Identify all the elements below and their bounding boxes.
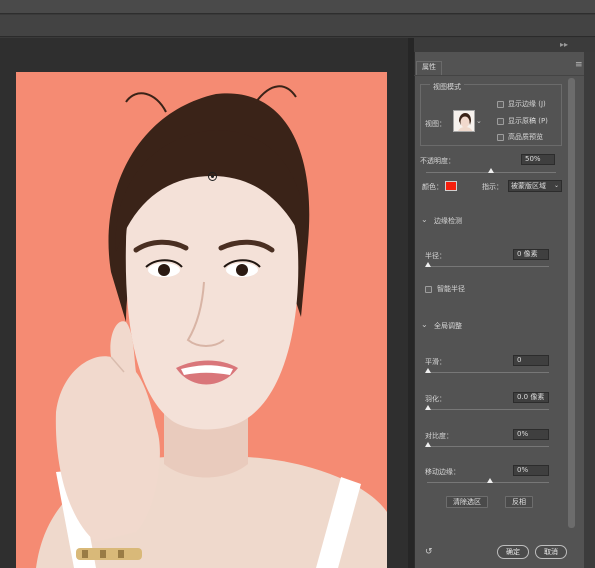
double-chevron-right-icon[interactable]: ▸▸ [560,40,568,50]
opacity-field[interactable]: 50% [521,154,555,165]
global-refine-title: 全局调整 [434,322,462,330]
high-quality-preview-checkbox[interactable] [497,134,504,141]
ok-button[interactable]: 确定 [497,545,529,559]
edge-detection-title: 边缘检测 [434,217,462,225]
indicate-label: 指示： [482,183,503,191]
shift-edge-slider-knob[interactable] [487,478,493,483]
portrait-photo [36,85,387,568]
options-bar [0,15,595,37]
view-label: 视图： [425,120,446,128]
feather-field[interactable]: 0.0 像素 [513,392,549,403]
tab-properties[interactable]: 属性 [416,61,442,75]
chevron-down-icon[interactable]: ⌄ [421,320,428,330]
view-mode-title: 视图模式 [430,82,464,92]
show-edge-label: 显示边缘 (J) [508,100,546,108]
show-edge-checkbox[interactable] [497,101,504,108]
indicate-select[interactable]: 被蒙版区域 ⌄ [508,180,562,192]
smooth-slider-knob[interactable] [425,368,431,373]
view-thumbnail[interactable] [453,110,475,132]
smart-radius-label: 智能半径 [437,285,465,293]
clear-selection-button[interactable]: 清除选区 [446,496,488,508]
contrast-label: 对比度： [425,432,453,440]
opacity-label: 不透明度： [420,157,455,165]
contrast-slider-track[interactable] [427,446,549,447]
menu-bar [0,0,595,14]
cancel-button[interactable]: 取消 [535,545,567,559]
chevron-down-icon: ⌄ [553,182,559,189]
contrast-slider-knob[interactable] [425,442,431,447]
chevron-down-icon[interactable]: ⌄ [476,117,482,125]
color-label: 颜色： [422,183,443,191]
opacity-slider-knob[interactable] [488,168,494,173]
radius-slider-track[interactable] [427,266,549,267]
radius-field[interactable]: 0 像素 [513,249,549,260]
contrast-field[interactable]: 0% [513,429,549,440]
reset-icon[interactable]: ↺ [425,547,435,557]
feather-label: 羽化： [425,395,446,403]
chevron-down-icon[interactable]: ⌄ [421,215,428,225]
show-original-checkbox[interactable] [497,118,504,125]
panel-scrollbar-track[interactable] [584,52,595,568]
radius-label: 半径： [425,252,446,260]
radius-slider-knob[interactable] [425,262,431,267]
panel-scrollbar-thumb[interactable] [568,78,575,528]
indicate-select-value: 被蒙版区域 [511,182,546,190]
invert-button[interactable]: 反相 [505,496,533,508]
smooth-label: 平滑： [425,358,446,366]
smooth-slider-track[interactable] [427,372,549,373]
tab-divider [414,75,584,76]
shift-edge-field[interactable]: 0% [513,465,549,476]
high-quality-preview-label: 高品质预览 [508,133,543,141]
view-thumbnail-image [454,111,474,131]
feather-slider-track[interactable] [427,409,549,410]
smart-radius-checkbox[interactable] [425,286,432,293]
image-canvas[interactable] [16,72,387,568]
target-icon[interactable] [208,172,217,181]
smooth-field[interactable]: 0 [513,355,549,366]
feather-slider-knob[interactable] [425,405,431,410]
shift-edge-label: 移动边缘： [425,468,460,476]
panel-menu-icon[interactable]: ≡ [575,60,583,70]
show-original-label: 显示原稿 (P) [508,117,548,125]
color-swatch[interactable] [445,181,457,191]
